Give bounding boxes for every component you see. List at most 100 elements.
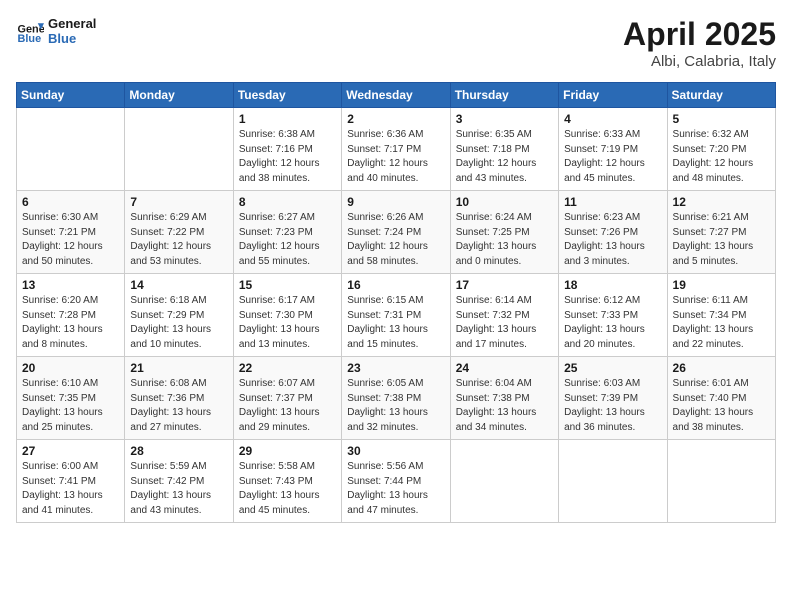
calendar-week-5: 27 Sunrise: 6:00 AM Sunset: 7:41 PM Dayli… [17,440,776,523]
calendar-cell: 17Sunrise: 6:14 AM Sunset: 7:32 PM Dayli… [450,274,558,357]
day-detail: Sunrise: 6:17 AM Sunset: 7:30 PM Dayligh… [239,294,336,352]
day-detail: Sunrise: 6:36 AM Sunset: 7:17 PM Dayligh… [347,128,444,186]
day-number: 16 [347,278,444,292]
calendar-cell [17,108,125,191]
calendar-cell: 28 Sunrise: 5:59 AM Sunset: 7:42 PM Dayli… [125,440,233,523]
calendar-cell: 8 Sunrise: 6:27 AM Sunset: 7:23 PM Daylig… [233,191,341,274]
calendar-cell [125,108,233,191]
day-detail: Sunrise: 6:35 AM Sunset: 7:18 PM Dayligh… [456,128,553,186]
day-number: 13 [22,278,119,292]
day-number: 9 [347,195,444,209]
calendar-cell [559,440,667,523]
day-detail: Sunrise: 6:04 AM Sunset: 7:38 PM Dayligh… [456,377,553,435]
day-number: 6 [22,195,119,209]
day-number: 4 [564,112,661,126]
day-number: 5 [673,112,770,126]
calendar-cell: 10 Sunrise: 6:24 AM Sunset: 7:25 PM Dayli… [450,191,558,274]
calendar-cell: 12 Sunrise: 6:21 AM Sunset: 7:27 PM Dayli… [667,191,775,274]
calendar-cell: 24 Sunrise: 6:04 AM Sunset: 7:38 PM Dayli… [450,357,558,440]
calendar-cell: 13 Sunrise: 6:20 AM Sunset: 7:28 PM Dayli… [17,274,125,357]
day-number: 28 [130,444,227,458]
day-number: 14 [130,278,227,292]
day-detail: Sunrise: 6:24 AM Sunset: 7:25 PM Dayligh… [456,211,553,269]
calendar-cell: 15 Sunrise: 6:17 AM Sunset: 7:30 PM Dayli… [233,274,341,357]
day-detail: Sunrise: 6:10 AM Sunset: 7:35 PM Dayligh… [22,377,119,435]
calendar-week-4: 20 Sunrise: 6:10 AM Sunset: 7:35 PM Dayli… [17,357,776,440]
title-block: April 2025 Albi, Calabria, Italy [623,16,776,70]
day-detail: Sunrise: 6:01 AM Sunset: 7:40 PM Dayligh… [673,377,770,435]
calendar-cell: 30 Sunrise: 5:56 AM Sunset: 7:44 PM Dayli… [342,440,450,523]
day-detail: Sunrise: 6:21 AM Sunset: 7:27 PM Dayligh… [673,211,770,269]
day-detail: Sunrise: 6:33 AM Sunset: 7:19 PM Dayligh… [564,128,661,186]
day-detail: Sunrise: 6:30 AM Sunset: 7:21 PM Dayligh… [22,211,119,269]
calendar-cell: 5 Sunrise: 6:32 AM Sunset: 7:20 PM Daylig… [667,108,775,191]
logo-blue: Blue [48,31,96,46]
day-detail: Sunrise: 6:38 AM Sunset: 7:16 PM Dayligh… [239,128,336,186]
weekday-header-wednesday: Wednesday [342,83,450,108]
day-number: 15 [239,278,336,292]
day-detail: Sunrise: 6:11 AM Sunset: 7:34 PM Dayligh… [673,294,770,352]
day-detail: Sunrise: 6:20 AM Sunset: 7:28 PM Dayligh… [22,294,119,352]
day-detail: Sunrise: 6:15 AM Sunset: 7:31 PM Dayligh… [347,294,444,352]
day-number: 10 [456,195,553,209]
day-number: 8 [239,195,336,209]
calendar-cell: 22Sunrise: 6:07 AM Sunset: 7:37 PM Dayli… [233,357,341,440]
day-number: 27 [22,444,119,458]
day-detail: Sunrise: 6:23 AM Sunset: 7:26 PM Dayligh… [564,211,661,269]
calendar-cell [450,440,558,523]
day-number: 24 [456,361,553,375]
day-detail: Sunrise: 5:58 AM Sunset: 7:43 PM Dayligh… [239,460,336,518]
day-detail: Sunrise: 5:59 AM Sunset: 7:42 PM Dayligh… [130,460,227,518]
day-detail: Sunrise: 6:05 AM Sunset: 7:38 PM Dayligh… [347,377,444,435]
day-number: 11 [564,195,661,209]
day-detail: Sunrise: 6:18 AM Sunset: 7:29 PM Dayligh… [130,294,227,352]
day-detail: Sunrise: 6:12 AM Sunset: 7:33 PM Dayligh… [564,294,661,352]
calendar-cell: 25 Sunrise: 6:03 AM Sunset: 7:39 PM Dayli… [559,357,667,440]
calendar-table: SundayMondayTuesdayWednesdayThursdayFrid… [16,82,776,523]
day-number: 7 [130,195,227,209]
calendar-cell: 1Sunrise: 6:38 AM Sunset: 7:16 PM Daylig… [233,108,341,191]
calendar-cell: 11 Sunrise: 6:23 AM Sunset: 7:26 PM Dayli… [559,191,667,274]
calendar-cell: 27 Sunrise: 6:00 AM Sunset: 7:41 PM Dayli… [17,440,125,523]
weekday-header-sunday: Sunday [17,83,125,108]
weekday-header-thursday: Thursday [450,83,558,108]
weekday-header-tuesday: Tuesday [233,83,341,108]
calendar-cell: 20 Sunrise: 6:10 AM Sunset: 7:35 PM Dayli… [17,357,125,440]
day-number: 19 [673,278,770,292]
calendar-cell: 3Sunrise: 6:35 AM Sunset: 7:18 PM Daylig… [450,108,558,191]
day-detail: Sunrise: 6:07 AM Sunset: 7:37 PM Dayligh… [239,377,336,435]
day-number: 2 [347,112,444,126]
day-detail: Sunrise: 5:56 AM Sunset: 7:44 PM Dayligh… [347,460,444,518]
day-number: 29 [239,444,336,458]
day-detail: Sunrise: 6:08 AM Sunset: 7:36 PM Dayligh… [130,377,227,435]
day-number: 25 [564,361,661,375]
day-detail: Sunrise: 6:00 AM Sunset: 7:41 PM Dayligh… [22,460,119,518]
calendar-cell: 2 Sunrise: 6:36 AM Sunset: 7:17 PM Daylig… [342,108,450,191]
calendar-week-1: 1Sunrise: 6:38 AM Sunset: 7:16 PM Daylig… [17,108,776,191]
calendar-cell: 14 Sunrise: 6:18 AM Sunset: 7:29 PM Dayli… [125,274,233,357]
calendar-header-row: SundayMondayTuesdayWednesdayThursdayFrid… [17,83,776,108]
day-number: 23 [347,361,444,375]
day-detail: Sunrise: 6:32 AM Sunset: 7:20 PM Dayligh… [673,128,770,186]
day-detail: Sunrise: 6:03 AM Sunset: 7:39 PM Dayligh… [564,377,661,435]
day-detail: Sunrise: 6:27 AM Sunset: 7:23 PM Dayligh… [239,211,336,269]
weekday-header-friday: Friday [559,83,667,108]
calendar-cell: 26Sunrise: 6:01 AM Sunset: 7:40 PM Dayli… [667,357,775,440]
calendar-cell: 23 Sunrise: 6:05 AM Sunset: 7:38 PM Dayli… [342,357,450,440]
calendar-cell: 19 Sunrise: 6:11 AM Sunset: 7:34 PM Dayli… [667,274,775,357]
page-header: General Blue General Blue April 2025 Alb… [16,16,776,70]
day-number: 12 [673,195,770,209]
month-title: April 2025 [623,16,776,53]
logo-general: General [48,16,96,31]
day-number: 18 [564,278,661,292]
logo-icon: General Blue [16,17,44,45]
day-number: 20 [22,361,119,375]
day-number: 17 [456,278,553,292]
day-number: 30 [347,444,444,458]
calendar-cell: 9Sunrise: 6:26 AM Sunset: 7:24 PM Daylig… [342,191,450,274]
calendar-cell: 21 Sunrise: 6:08 AM Sunset: 7:36 PM Dayli… [125,357,233,440]
svg-text:Blue: Blue [18,33,42,45]
calendar-week-3: 13 Sunrise: 6:20 AM Sunset: 7:28 PM Dayli… [17,274,776,357]
weekday-header-monday: Monday [125,83,233,108]
day-number: 21 [130,361,227,375]
